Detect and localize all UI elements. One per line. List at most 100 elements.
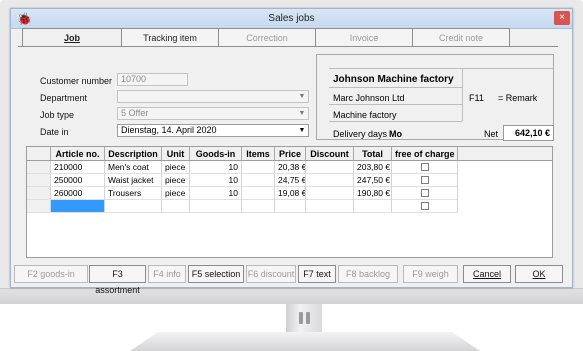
cell-price[interactable]: 19,08 €: [275, 187, 306, 200]
text-button[interactable]: F7 text: [298, 265, 336, 283]
chevron-down-icon[interactable]: ▼: [296, 91, 308, 102]
cell-description[interactable]: Trousers: [105, 187, 162, 200]
f11-shortcut: F11: [469, 93, 484, 103]
weigh-button[interactable]: F9 weigh: [403, 265, 458, 283]
remark-label[interactable]: = Remark: [498, 93, 537, 103]
col-header-total[interactable]: Total: [354, 147, 392, 161]
cell-items[interactable]: [242, 200, 275, 213]
row-selector[interactable]: [27, 200, 51, 213]
cell-discount[interactable]: [306, 174, 354, 187]
monitor-chin: [0, 288, 583, 304]
free-of-charge-checkbox[interactable]: [420, 176, 429, 184]
assortment-button[interactable]: F3 assortment: [89, 265, 146, 295]
cell-article-no[interactable]: 210000: [51, 161, 105, 174]
tab-job-label: Job: [63, 33, 80, 43]
col-header-article-no[interactable]: Article no.: [51, 147, 105, 161]
cell-items[interactable]: [242, 174, 275, 187]
table-row[interactable]: 260000 Trousers piece 10 19,08 € 190,80 …: [27, 187, 552, 200]
col-header-description[interactable]: Description: [105, 147, 162, 161]
chevron-down-icon[interactable]: ▼: [296, 108, 308, 119]
customer-number-label: Customer number: [40, 76, 113, 86]
backlog-button[interactable]: F8 backlog: [338, 265, 398, 283]
tab-correction[interactable]: Correction: [218, 28, 316, 46]
chevron-down-icon[interactable]: ▼: [296, 125, 308, 136]
col-header-goods-in[interactable]: Goods-in: [190, 147, 242, 161]
cell-discount[interactable]: [306, 161, 354, 174]
cell-total[interactable]: 247,50 €: [354, 174, 392, 187]
cell-goods-in[interactable]: 10: [190, 174, 242, 187]
cell-goods-in[interactable]: 10: [190, 161, 242, 174]
table-header: Article no. Description Unit Goods-in It…: [27, 147, 552, 161]
cell-goods-in[interactable]: 10: [190, 187, 242, 200]
window-title: Sales jobs: [268, 13, 315, 24]
cell-total[interactable]: 203,80 €: [354, 161, 392, 174]
customer-name: Johnson Machine factory: [333, 74, 454, 85]
customer-number-field[interactable]: 10700: [117, 73, 188, 86]
tab-credit-note[interactable]: Credit note: [412, 28, 510, 46]
info-divider: [329, 104, 462, 105]
col-header-unit[interactable]: Unit: [162, 147, 190, 161]
cell-price[interactable]: 24,75 €: [275, 174, 306, 187]
cell-items[interactable]: [242, 161, 275, 174]
close-button[interactable]: ×: [554, 11, 570, 25]
cell-unit[interactable]: piece: [162, 174, 190, 187]
date-in-label: Date in: [40, 127, 69, 137]
tab-tracking-item[interactable]: Tracking item: [121, 28, 219, 46]
cancel-button[interactable]: Cancel: [463, 265, 511, 283]
table-row[interactable]: 250000 Waist jacket piece 10 24,75 € 247…: [27, 174, 552, 187]
table-row-new[interactable]: [27, 200, 552, 213]
tab-job[interactable]: Job: [22, 28, 122, 47]
monitor-stand: [130, 332, 480, 351]
info-button[interactable]: F4 info: [148, 265, 186, 283]
cell-article-no[interactable]: 250000: [51, 174, 105, 187]
cell-discount[interactable]: [306, 200, 354, 213]
row-selector[interactable]: [27, 174, 51, 187]
info-divider: [329, 121, 462, 122]
free-of-charge-checkbox[interactable]: [420, 189, 429, 197]
info-divider: [329, 87, 462, 88]
row-selector[interactable]: [27, 161, 51, 174]
cell-items[interactable]: [242, 187, 275, 200]
cell-discount[interactable]: [306, 187, 354, 200]
goods-in-button[interactable]: F2 goods-in: [14, 265, 88, 283]
cell-total[interactable]: [354, 200, 392, 213]
delivery-days-value: Mo: [389, 129, 402, 139]
customer-company: Machine factory: [333, 110, 397, 120]
info-divider-vertical: [462, 68, 463, 121]
cell-description[interactable]: [105, 200, 162, 213]
col-header-price[interactable]: Price: [275, 147, 306, 161]
cell-article-no-active[interactable]: [51, 200, 105, 213]
cell-free-of-charge: [392, 174, 458, 187]
title-bar[interactable]: 🐞 Sales jobs ×: [11, 9, 572, 29]
row-selector[interactable]: [27, 187, 51, 200]
discount-button[interactable]: F6 discount: [246, 265, 296, 283]
table-row[interactable]: 210000 Men's coat piece 10 20,38 € 203,8…: [27, 161, 552, 174]
cell-article-no[interactable]: 260000: [51, 187, 105, 200]
selection-button[interactable]: F5 selection: [188, 265, 244, 283]
cell-goods-in[interactable]: [190, 200, 242, 213]
cell-price[interactable]: 20,38 €: [275, 161, 306, 174]
cell-description[interactable]: Men's coat: [105, 161, 162, 174]
date-in-picker[interactable]: Dienstag, 14. April 2020 ▼: [117, 124, 309, 137]
cell-unit[interactable]: piece: [162, 187, 190, 200]
department-label: Department: [40, 93, 88, 103]
article-table: Article no. Description Unit Goods-in It…: [26, 146, 553, 258]
col-header-discount[interactable]: Discount: [306, 147, 354, 161]
cell-unit[interactable]: [162, 200, 190, 213]
job-type-select[interactable]: 5 Offer ▼: [117, 107, 309, 120]
col-header-items[interactable]: Items: [242, 147, 275, 161]
tab-invoice[interactable]: Invoice: [315, 28, 413, 46]
job-type-label: Job type: [40, 110, 75, 120]
free-of-charge-checkbox[interactable]: [420, 163, 429, 171]
col-header-filler: [458, 147, 552, 161]
date-in-value: Dienstag, 14. April 2020: [121, 125, 217, 135]
cell-total[interactable]: 190,80 €: [354, 187, 392, 200]
cell-description[interactable]: Waist jacket: [105, 174, 162, 187]
department-select[interactable]: ▼: [117, 90, 309, 103]
cell-price[interactable]: [275, 200, 306, 213]
customer-contact: Marc Johnson Ltd: [333, 93, 405, 103]
free-of-charge-checkbox[interactable]: [420, 202, 429, 210]
ok-button[interactable]: OK: [515, 265, 563, 283]
cell-unit[interactable]: piece: [162, 161, 190, 174]
col-header-free-of-charge[interactable]: free of charge: [392, 147, 458, 161]
